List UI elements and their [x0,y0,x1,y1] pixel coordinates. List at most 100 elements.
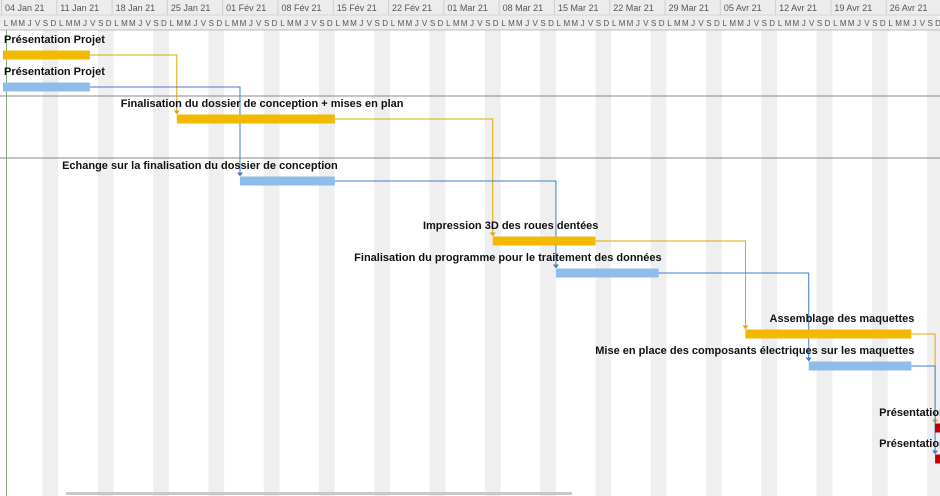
day-letter: J [857,19,861,28]
week-label: 22 Fév 21 [392,3,432,13]
day-letter: L [667,19,672,28]
day-letter: J [249,19,253,28]
day-letter: L [612,19,617,28]
day-letter: V [920,19,926,28]
day-letter: D [880,19,886,28]
day-letter: M [66,19,73,28]
day-letter: M [184,19,191,28]
week-label: 04 Jan 21 [5,3,45,13]
day-letter: V [809,19,815,28]
day-letter: M [737,19,744,28]
day-letter: J [304,19,308,28]
day-letter: L [888,19,893,28]
day-letter: M [18,19,25,28]
day-letter: V [145,19,151,28]
day-letter: S [927,19,932,28]
day-letter: J [746,19,750,28]
day-letter: M [342,19,349,28]
day-letter: M [240,19,247,28]
week-label: 19 Avr 21 [834,3,872,13]
task-bar-t9 [935,423,940,433]
task-bar-t7 [745,329,912,339]
day-letter: M [129,19,136,28]
day-letter: S [706,19,711,28]
day-letter: L [225,19,230,28]
day-letter: S [319,19,324,28]
day-letter: S [596,19,601,28]
day-letter: L [778,19,783,28]
day-letter: D [327,19,333,28]
task-label-t3: Finalisation du dossier de conception + … [121,98,404,110]
task-bar-t4 [239,176,335,186]
day-letter: J [636,19,640,28]
day-letter: S [651,19,656,28]
day-letter: S [264,19,269,28]
task-label-t10: Présentation finale [879,438,940,450]
week-label: 08 Mar 21 [503,3,544,13]
week-label: 29 Mar 21 [669,3,710,13]
week-label: 15 Mar 21 [558,3,599,13]
day-letter: V [256,19,262,28]
day-letter: M [895,19,902,28]
day-letter: M [729,19,736,28]
day-letter: S [485,19,490,28]
day-letter: L [723,19,728,28]
day-letter: J [83,19,87,28]
task-label-t1: Présentation Projet [4,34,105,46]
day-letter: S [209,19,214,28]
day-letter: V [311,19,317,28]
gantt-chart: 04 Jan 21 11 Jan 21 18 Jan 21 25 Jan 21 01 F… [0,0,940,496]
day-letter: S [817,19,822,28]
day-letter: L [557,19,562,28]
day-letter: V [367,19,373,28]
timescale-header: 04 Jan 21 11 Jan 21 18 Jan 21 25 Jan 21 01 F… [0,0,940,31]
day-letter: J [28,19,32,28]
day-letter: M [508,19,515,28]
week-label: 01 Mar 21 [447,3,488,13]
day-letter: V [477,19,483,28]
day-letter: L [446,19,451,28]
day-letter: L [391,19,396,28]
day-letter: M [682,19,689,28]
day-letter: M [461,19,468,28]
task-bar-t5 [492,236,596,246]
day-letter: M [793,19,800,28]
day-letter: M [295,19,302,28]
week-label: 18 Jan 21 [116,3,156,13]
day-letter: D [603,19,609,28]
task-label-t2: Présentation Projet [4,66,105,78]
day-letter: J [470,19,474,28]
day-letter: M [571,19,578,28]
day-letter: M [398,19,405,28]
day-letter: D [50,19,56,28]
dependency-arrow-icon [805,357,812,362]
day-letter: M [627,19,634,28]
week-label: 05 Avr 21 [724,3,762,13]
day-letter: M [232,19,239,28]
day-letter: L [501,19,506,28]
day-letter: L [335,19,340,28]
day-letter: J [525,19,529,28]
week-label: 25 Jan 21 [171,3,211,13]
day-letter: D [106,19,112,28]
day-letter: L [4,19,9,28]
week-label: 15 Fév 21 [337,3,377,13]
day-letter: D [935,19,940,28]
day-letter: V [201,19,207,28]
horizontal-scrollbar[interactable] [66,492,572,495]
day-letter: D [548,19,554,28]
day-letter: L [170,19,175,28]
day-letter: S [98,19,103,28]
task-bar-t2 [3,82,90,92]
task-label-t4: Echange sur la finalisation du dossier d… [62,160,338,172]
day-letter: J [194,19,198,28]
day-letter: D [493,19,499,28]
task-label-t5: Impression 3D des roues dentées [423,220,598,232]
day-letter: M [619,19,626,28]
day-letter: M [74,19,81,28]
day-letter: J [691,19,695,28]
day-letter: L [114,19,119,28]
dependency-arrow-icon [173,110,180,115]
day-letter: V [422,19,428,28]
day-letter: M [453,19,460,28]
